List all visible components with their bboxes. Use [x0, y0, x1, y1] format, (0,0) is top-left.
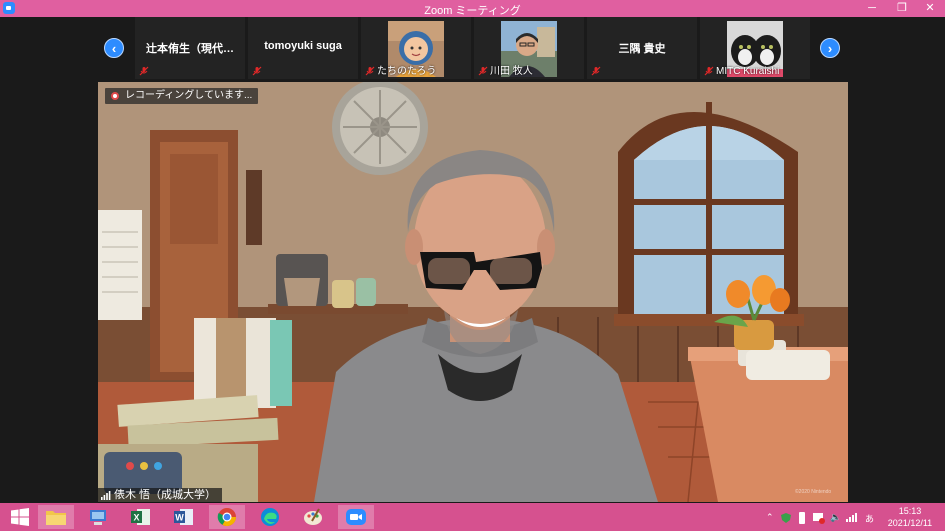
participant-name: tomoyuki suga: [264, 40, 342, 52]
svg-text:X: X: [133, 513, 139, 523]
edge-icon: [261, 508, 279, 526]
speaker-name-label: 俵木 悟（成城大学）: [98, 488, 223, 503]
signal-strength-icon: [101, 491, 111, 500]
muted-mic-icon: [704, 66, 714, 76]
muted-mic-icon: [252, 66, 262, 76]
chrome-icon: [217, 508, 236, 527]
next-page-button[interactable]: ›: [820, 38, 840, 58]
participant-name: たちのたろう: [377, 66, 437, 77]
participant-name: MITC Kuraishi: [716, 66, 780, 77]
minimize-button[interactable]: ─: [858, 0, 886, 17]
watermark: ©2020 Nintendo: [795, 489, 832, 495]
speaker-video-frame: [98, 82, 848, 502]
participant-name: 三隅 貴史: [618, 43, 666, 55]
muted-mic-icon: [365, 66, 375, 76]
clock-date: 2021/12/11: [887, 518, 933, 528]
taskbar-excel[interactable]: X: [123, 505, 159, 529]
previous-page-button[interactable]: ‹: [104, 38, 124, 58]
participant-tile[interactable]: 辻本侑生（現代…: [135, 17, 245, 79]
participant-tile[interactable]: MITC Kuraishi: [700, 17, 810, 79]
taskbar-control-panel[interactable]: [80, 505, 116, 529]
recording-indicator[interactable]: レコーディングしています...: [105, 88, 259, 104]
taskbar-zoom[interactable]: [338, 505, 374, 529]
participant-tile[interactable]: tomoyuki suga: [248, 17, 358, 79]
paint-icon: [304, 508, 322, 525]
excel-icon: X: [131, 509, 150, 525]
participant-name: 川田 牧人: [490, 66, 533, 77]
taskbar-paint[interactable]: [295, 505, 331, 529]
muted-mic-icon: [591, 66, 601, 76]
taskbar-edge[interactable]: [252, 505, 288, 529]
window-title: Zoom ミーティング: [424, 5, 521, 17]
svg-text:W: W: [175, 513, 184, 523]
taskbar-file-explorer[interactable]: [38, 505, 74, 529]
active-speaker-video: [98, 82, 848, 502]
start-button[interactable]: [2, 505, 38, 529]
record-icon: [111, 92, 119, 100]
participant-tile[interactable]: たちのたろう: [361, 17, 471, 79]
participant-tile[interactable]: 三隅 貴史: [587, 17, 697, 79]
windows-logo-icon: [11, 508, 29, 526]
close-button[interactable]: ✕: [916, 0, 944, 17]
speaker-name: 俵木 悟（成城大学）: [114, 489, 217, 501]
ime-indicator[interactable]: あ: [865, 512, 874, 525]
taskbar-word[interactable]: W: [166, 505, 202, 529]
title-bar: Zoom ミーティング ─ ❐ ✕: [0, 0, 945, 17]
maximize-button[interactable]: ❐: [888, 0, 916, 17]
participant-strip: ‹ 辻本侑生（現代… tomoyuki suga たちのたろう 川田 牧人 三隅…: [0, 17, 945, 81]
taskbar-clock[interactable]: 15:13 2021/12/11: [880, 505, 940, 529]
control-panel-icon: [90, 510, 106, 525]
muted-mic-icon: [478, 66, 488, 76]
security-shield-icon[interactable]: [780, 512, 792, 524]
participant-name: 辻本侑生（現代…: [146, 43, 234, 55]
notification-warning-icon[interactable]: [813, 512, 825, 524]
taskbar-chrome[interactable]: [209, 505, 245, 529]
participant-tile[interactable]: 川田 牧人: [474, 17, 584, 79]
muted-mic-icon: [139, 66, 149, 76]
volume-icon[interactable]: 🔈: [830, 512, 841, 523]
zoom-icon: [346, 509, 366, 525]
word-icon: W: [174, 509, 193, 525]
recording-text: レコーディングしています...: [125, 90, 253, 101]
folder-icon: [46, 511, 66, 525]
show-hidden-icons-chevron-icon[interactable]: ⌃: [766, 512, 774, 523]
usb-device-icon[interactable]: [798, 512, 806, 524]
clock-time: 15:13: [898, 506, 922, 516]
network-signal-icon[interactable]: [846, 512, 858, 522]
